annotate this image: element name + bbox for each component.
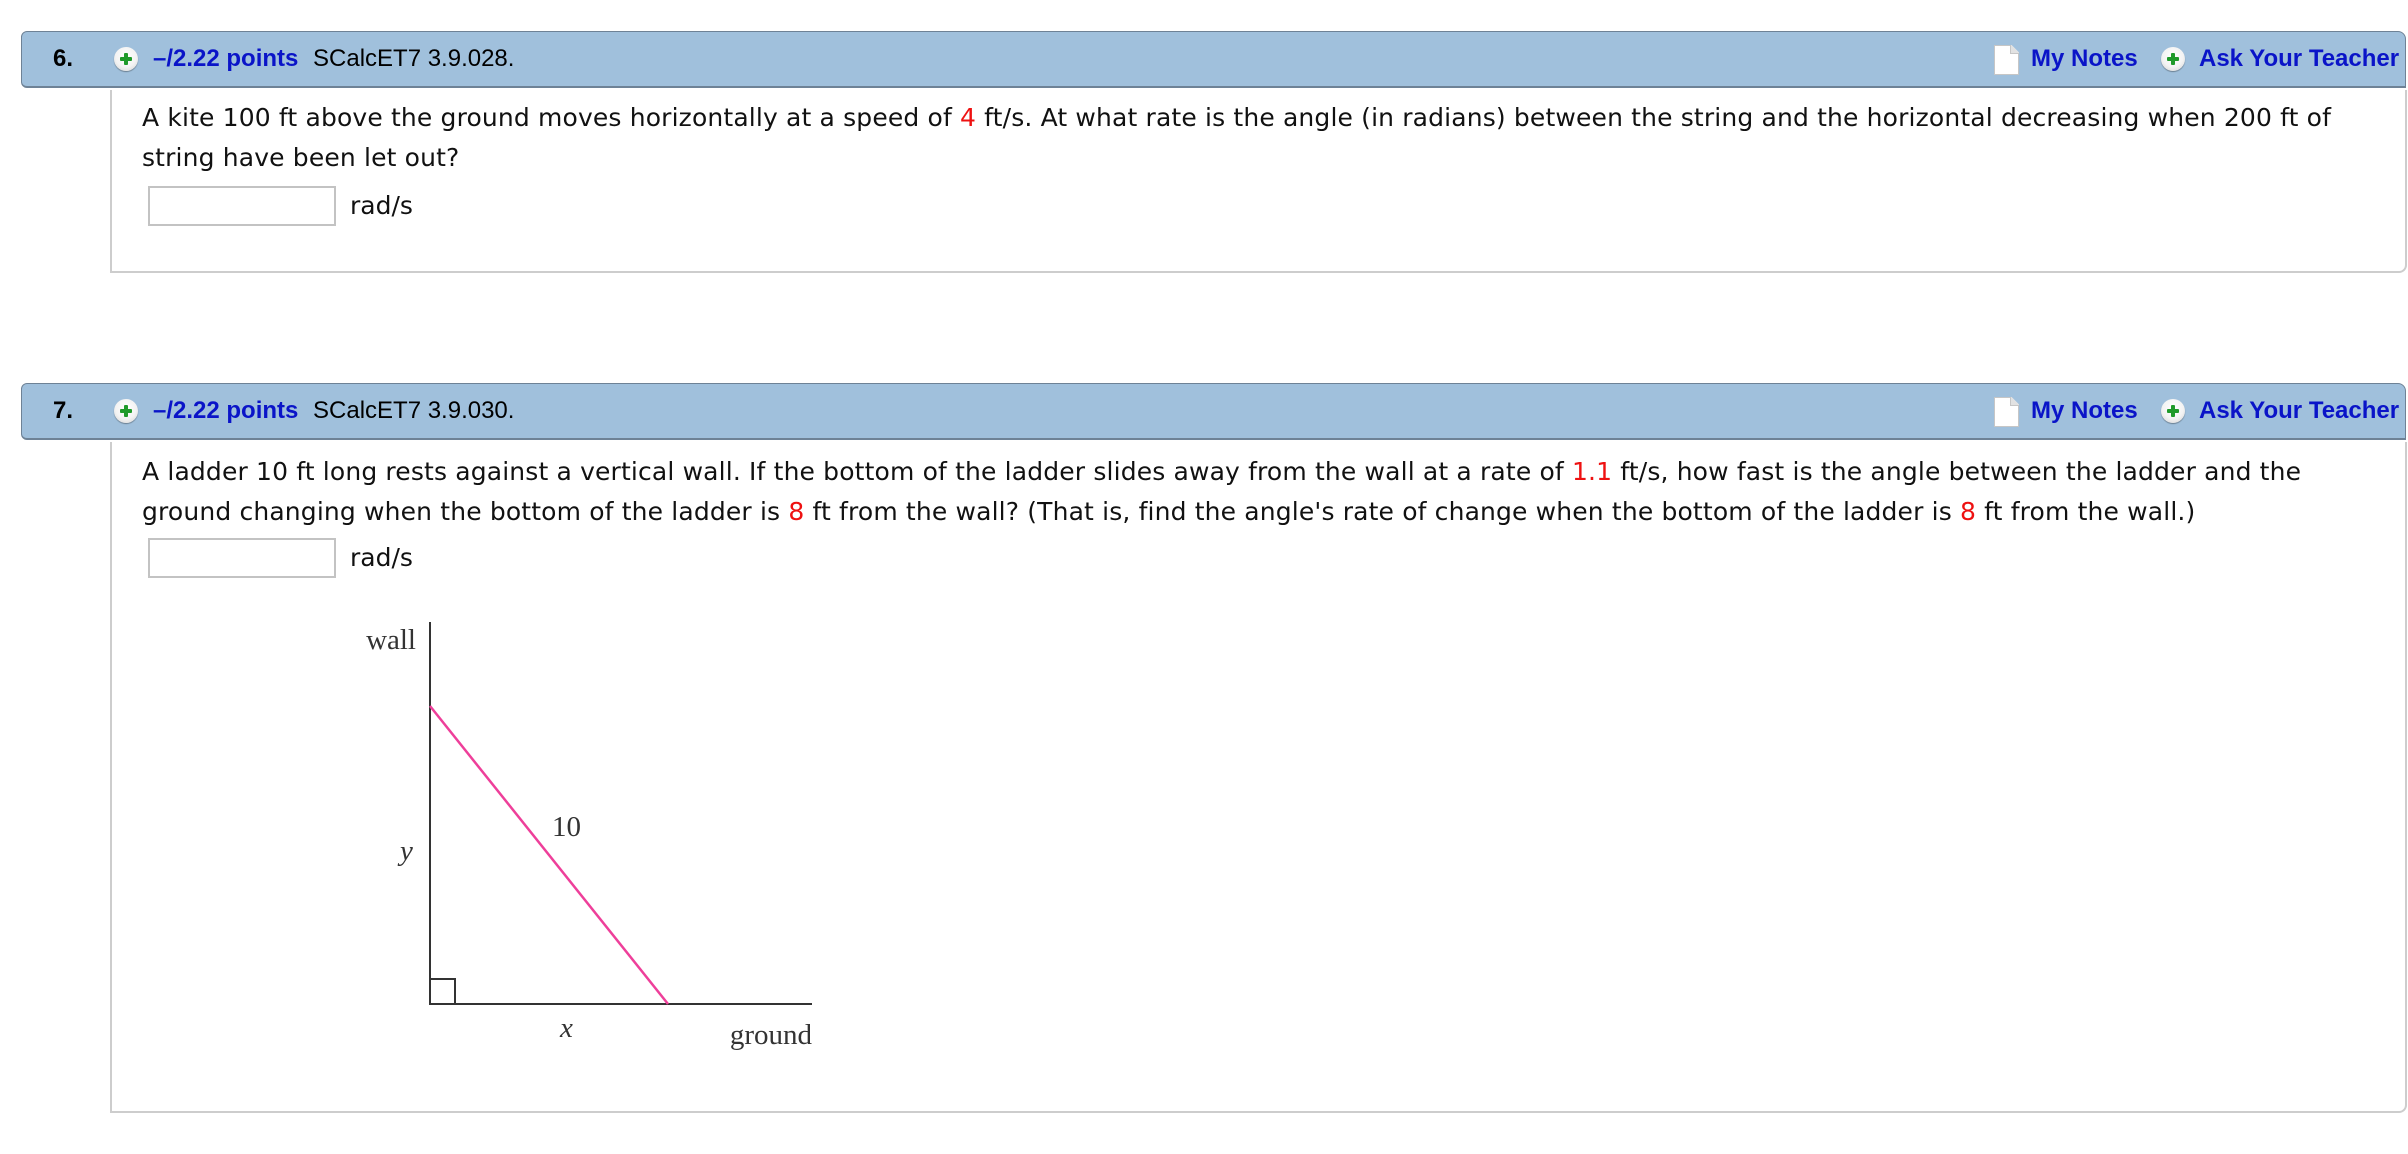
answer-input[interactable] xyxy=(148,186,336,226)
ask-your-teacher-link[interactable]: Ask Your Teacher xyxy=(2199,45,2399,73)
ask-your-teacher-link[interactable]: Ask Your Teacher xyxy=(2199,397,2399,425)
question-body: A kite 100 ft above the ground moves hor… xyxy=(110,90,2407,273)
ladder-line xyxy=(429,705,669,1005)
question-reference: SCalcET7 3.9.030. xyxy=(313,397,515,424)
question-text-segment: ft from the wall.) xyxy=(1976,497,2196,526)
question-header: 7. –/2.22 points SCalcET7 3.9.030. My No… xyxy=(21,383,2406,440)
note-icon[interactable] xyxy=(1994,45,2019,75)
points-link[interactable]: –/2.22 points xyxy=(153,45,298,73)
expand-plus-icon[interactable] xyxy=(114,399,138,423)
wall-label: wall xyxy=(366,624,416,656)
my-notes-link[interactable]: My Notes xyxy=(2031,45,2138,73)
ladder-diagram: wall 10 y x ground xyxy=(366,622,813,1051)
ask-teacher-plus-icon[interactable] xyxy=(2161,399,2185,423)
expand-plus-icon[interactable] xyxy=(114,47,138,71)
question-number: 7. xyxy=(53,397,74,424)
x-label: x xyxy=(559,1012,573,1044)
note-icon[interactable] xyxy=(1994,397,2019,427)
points-link[interactable]: –/2.22 points xyxy=(153,397,298,425)
highlighted-value: 4 xyxy=(960,103,977,132)
right-angle-marker xyxy=(429,978,456,1005)
answer-unit-label: rad/s xyxy=(350,191,413,220)
question-text: A kite 100 ft above the ground moves hor… xyxy=(142,98,2385,178)
highlighted-value: 8 xyxy=(1959,497,1977,526)
y-label: y xyxy=(397,835,413,867)
ladder-length-label: 10 xyxy=(552,811,581,843)
highlighted-value: 1.1 xyxy=(1571,457,1613,486)
question-text-segment: A kite 100 ft above the ground moves hor… xyxy=(142,103,960,132)
question-number: 6. xyxy=(53,45,74,72)
question-body: A ladder 10 ft long rests against a vert… xyxy=(110,442,2407,1113)
question-reference: SCalcET7 3.9.028. xyxy=(313,45,515,72)
question-text-segment: ft from the wall? (That is, find the ang… xyxy=(804,497,1960,526)
ask-teacher-plus-icon[interactable] xyxy=(2161,47,2185,71)
my-notes-link[interactable]: My Notes xyxy=(2031,397,2138,425)
question-header: 6. –/2.22 points SCalcET7 3.9.028. My No… xyxy=(21,31,2406,88)
ground-label: ground xyxy=(730,1019,813,1051)
